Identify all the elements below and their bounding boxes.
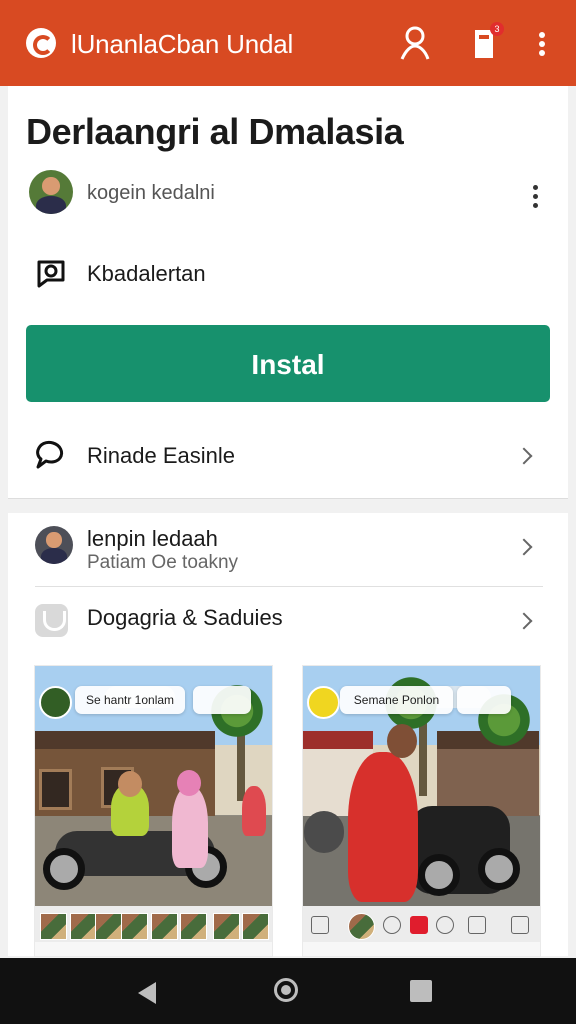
channel-badge [307,686,340,719]
app-header: lUnanlaCban Undal 3 [0,0,576,86]
article-more-icon[interactable] [525,183,545,211]
related-row-label[interactable]: Rinade Easinle [87,443,235,469]
person-avatar[interactable] [35,526,73,564]
app-title: lUnanlaCban Undal [71,29,294,59]
notification-badge: 3 [490,22,504,36]
channel-badge [39,686,72,719]
divider [35,586,543,587]
article-headline: Derlaangri al Dmalasia [26,111,404,152]
thumbnail-strip [35,906,272,942]
speech-bubble-icon [36,440,64,469]
share-icon[interactable] [468,916,486,934]
author-name[interactable]: kogein kedalni [87,182,215,205]
person-subtitle: Patiam Oe toakny [87,552,239,573]
profile-icon[interactable] [383,916,401,934]
photo-secondary-tag [193,686,251,714]
photo-card[interactable]: Se hantr 1onlam [35,666,272,956]
person-title[interactable]: lenpin ledaah [87,526,218,552]
recent-apps-icon[interactable] [410,980,432,1002]
back-icon[interactable] [138,982,156,1004]
photo-card[interactable]: Semane Ponlon [303,666,540,956]
more-vertical-icon[interactable] [525,24,559,62]
app-logo[interactable] [26,28,56,58]
heart-icon[interactable] [410,916,428,934]
comment-row-label[interactable]: Kbadalertan [87,261,206,287]
profile-icon[interactable] [398,24,432,62]
expand-icon[interactable] [511,916,529,934]
photo-tag: Semane Ponlon [340,686,453,714]
timer-icon[interactable] [436,916,454,934]
video-controls [303,906,540,942]
grid-icon[interactable] [311,916,329,934]
guides-label[interactable]: Dogagria & Saduies [87,605,283,631]
photo-secondary-tag [457,686,511,714]
chat-bubble-icon [37,260,65,288]
photo-tag: Se hantr 1onlam [75,686,185,714]
home-icon[interactable] [274,978,298,1002]
author-avatar[interactable] [29,170,73,214]
guide-app-icon [35,604,68,637]
install-button[interactable]: Instal [26,325,550,402]
